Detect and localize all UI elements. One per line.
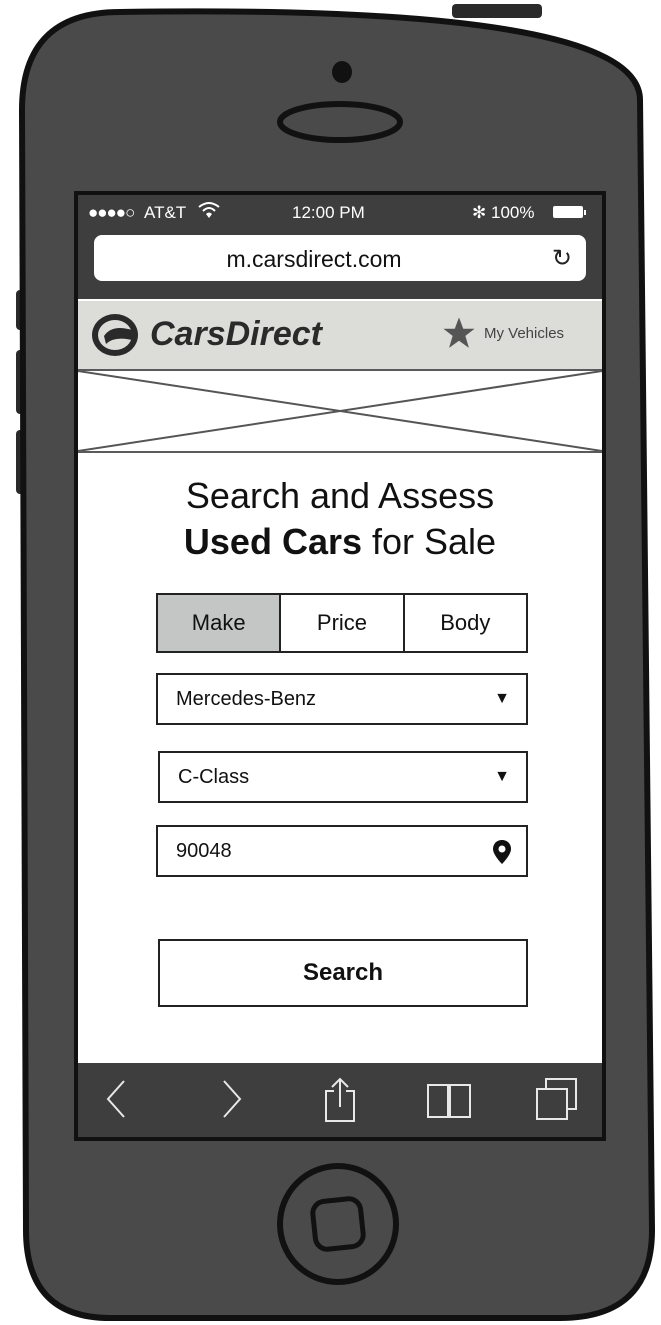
page-title: Search and Assess Used Cars for Sale — [78, 473, 602, 565]
tabs-icon[interactable] — [534, 1077, 580, 1128]
model-value: C-Class — [178, 766, 250, 788]
image-placeholder — [78, 370, 602, 453]
title-rest: for Sale — [362, 521, 497, 562]
zip-value: 90048 — [176, 840, 232, 862]
model-select[interactable]: C-Class ▼ — [158, 751, 528, 803]
location-pin-icon[interactable] — [492, 839, 512, 870]
site-header: CarsDirect My Vehicles — [78, 301, 602, 371]
signal-icon: ●●●●○ — [88, 203, 135, 222]
phone-screen: ●●●●○ AT&T 12:00 PM ✻ 100% m.carsdirect.… — [78, 195, 602, 1137]
power-button — [452, 4, 542, 18]
wifi-icon — [198, 201, 220, 224]
browser-chrome: m.carsdirect.com ↻ — [78, 231, 602, 299]
title-line-2: Used Cars for Sale — [78, 519, 602, 565]
address-bar[interactable]: m.carsdirect.com ↻ — [94, 235, 586, 281]
url-text: m.carsdirect.com — [226, 246, 402, 272]
back-icon[interactable] — [102, 1077, 132, 1126]
battery-percent: 100% — [491, 203, 535, 222]
battery-icon — [553, 206, 586, 218]
tab-price[interactable]: Price — [279, 595, 402, 651]
dropdown-arrow-icon: ▼ — [494, 768, 510, 785]
tab-body[interactable]: Body — [402, 595, 526, 651]
zip-input[interactable]: 90048 — [156, 825, 528, 877]
bluetooth-icon: ✻ — [472, 203, 487, 222]
status-bar: ●●●●○ AT&T 12:00 PM ✻ 100% — [78, 195, 602, 231]
status-time: 12:00 PM — [292, 203, 365, 222]
search-mode-tabs: Make Price Body — [156, 593, 528, 653]
camera — [332, 61, 352, 83]
search-button[interactable]: Search — [158, 939, 528, 1007]
title-bold: Used Cars — [183, 521, 362, 562]
carsdirect-logo[interactable]: CarsDirect — [150, 315, 322, 354]
carsdirect-logo-icon[interactable] — [90, 312, 140, 363]
tab-make[interactable]: Make — [158, 595, 280, 651]
bookmarks-icon[interactable] — [426, 1077, 472, 1126]
browser-toolbar — [78, 1063, 602, 1137]
my-vehicles-link[interactable]: My Vehicles — [442, 316, 564, 350]
carrier-label: AT&T — [144, 203, 187, 222]
my-vehicles-label: My Vehicles — [484, 324, 565, 342]
logo-direct: Direct — [225, 315, 322, 353]
make-select[interactable]: Mercedes-Benz ▼ — [156, 673, 528, 725]
star-icon — [443, 317, 475, 348]
share-icon[interactable] — [322, 1077, 358, 1128]
title-line-1: Search and Assess — [185, 475, 495, 516]
dropdown-arrow-icon: ▼ — [494, 690, 510, 707]
make-value: Mercedes-Benz — [176, 688, 317, 710]
reload-icon[interactable]: ↻ — [552, 244, 572, 273]
forward-icon[interactable] — [216, 1077, 246, 1126]
logo-cars: Cars — [150, 315, 226, 353]
